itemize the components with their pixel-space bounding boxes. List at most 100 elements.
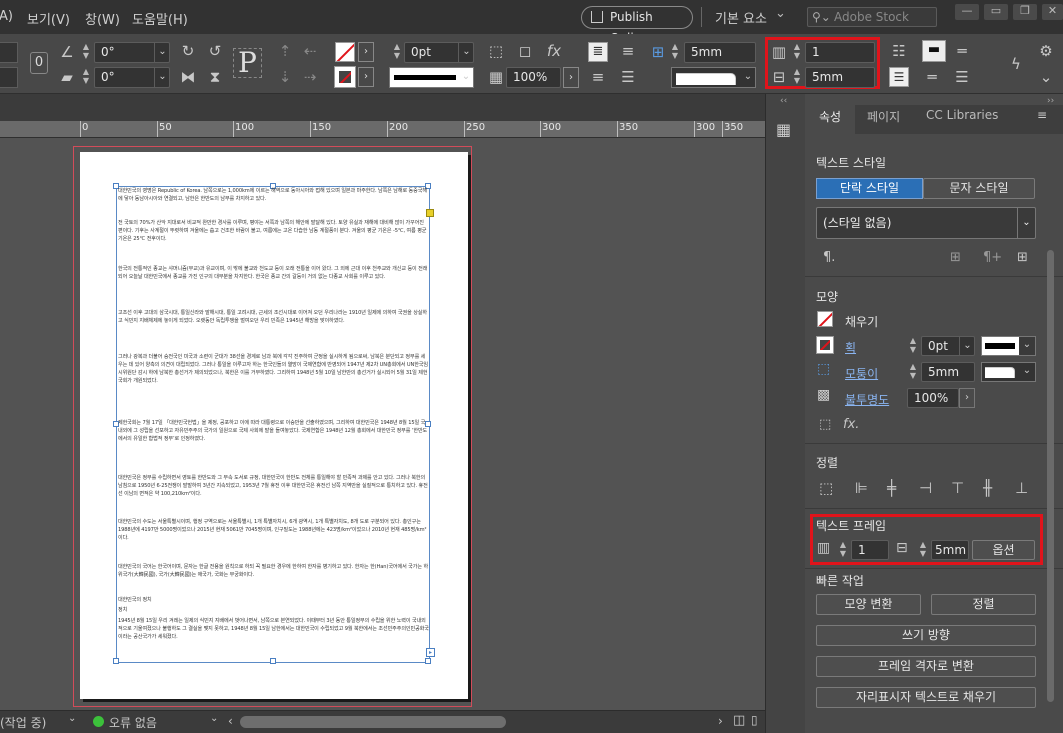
lightning-icon[interactable]: ϟ: [1006, 54, 1026, 74]
chevron-down-icon[interactable]: ⌄: [740, 67, 756, 88]
frame-handle[interactable]: [113, 658, 119, 664]
opacity-panel-field[interactable]: 100%: [907, 388, 959, 408]
new-style-icon[interactable]: ⊞: [950, 250, 961, 265]
gap-field[interactable]: 5mm: [684, 42, 756, 63]
add-icon[interactable]: ⊞: [1017, 250, 1028, 265]
align-horizontal-centers-icon[interactable]: ╪: [887, 479, 896, 497]
text-alignment-icon[interactable]: ═: [952, 41, 972, 61]
paragraph-mark-icon[interactable]: ¶.: [823, 250, 835, 265]
publish-online-button[interactable]: Publish Online: [581, 6, 693, 45]
scroll-left-icon[interactable]: ‹: [228, 714, 233, 728]
chevron-down-icon[interactable]: ⌄: [68, 713, 76, 724]
corner-option-handle[interactable]: [426, 209, 434, 217]
flip-horizontal-icon[interactable]: ⧓: [178, 67, 198, 87]
chevron-down-icon[interactable]: ⌄: [458, 42, 474, 63]
toggle-view-icon[interactable]: ▯: [751, 713, 758, 727]
tab-properties[interactable]: 속성: [819, 108, 841, 125]
fill-menu-button[interactable]: ›: [358, 42, 374, 62]
auto-size-icon[interactable]: ☰: [889, 67, 909, 87]
x-field[interactable]: [0, 42, 18, 63]
fill-swatch[interactable]: [817, 311, 833, 327]
character-style-tab[interactable]: 문자 스타일: [923, 178, 1035, 199]
angle-stepper[interactable]: ▲ ▼: [80, 42, 92, 63]
chevron-down-icon[interactable]: ⌄: [458, 67, 474, 88]
corner-label[interactable]: 모퉁이: [845, 365, 878, 382]
paragraph-style-tab[interactable]: 단락 스타일: [816, 178, 923, 199]
select-content-icon[interactable]: ⇣: [275, 67, 295, 87]
fill-none-swatch[interactable]: [335, 42, 355, 62]
maximize-button[interactable]: ▭: [984, 4, 1008, 20]
style-select[interactable]: (스타일 없음) ⌄: [816, 207, 1036, 239]
clear-override-icon[interactable]: ¶+: [983, 250, 1002, 265]
fx-icon[interactable]: fx: [544, 41, 564, 61]
stroke-stepper[interactable]: ▲ ▼: [907, 336, 919, 356]
chevron-down-icon[interactable]: ⌄: [154, 42, 170, 63]
justify-vertical-icon[interactable]: ☰: [618, 67, 638, 87]
stroke-label[interactable]: 획: [845, 339, 856, 356]
chevron-down-icon[interactable]: ⌄: [210, 713, 218, 724]
frame-fit-icon[interactable]: ▬: [922, 40, 946, 62]
link-icon[interactable]: 0: [30, 52, 48, 74]
select-previous-icon[interactable]: ⇠: [300, 41, 320, 61]
stroke-swatch[interactable]: [816, 336, 834, 354]
convert-shape-button[interactable]: 모양 변환: [816, 594, 921, 615]
minimize-button[interactable]: —: [955, 4, 979, 20]
select-container-icon[interactable]: ⇡: [275, 41, 295, 61]
gutter-field[interactable]: 5mm: [805, 67, 875, 88]
writing-direction-button[interactable]: 쓰기 방향: [816, 625, 1036, 646]
arrange-button[interactable]: 정렬: [931, 594, 1036, 615]
columns-balance-icon[interactable]: ☷: [889, 41, 909, 61]
drop-shadow-icon[interactable]: ◻: [515, 41, 535, 61]
scroll-right-icon[interactable]: ›: [718, 714, 723, 728]
chevron-down-icon[interactable]: ⌄: [154, 67, 170, 88]
text-lines-icon[interactable]: ☰: [952, 67, 972, 87]
align-center-icon[interactable]: ≡: [588, 67, 608, 87]
select-next-icon[interactable]: ⇢: [300, 67, 320, 87]
gear-icon[interactable]: ⚙: [1036, 41, 1056, 61]
fill-placeholder-text-button[interactable]: 자리표시자 텍스트로 채우기: [816, 687, 1036, 708]
panel-menu-icon[interactable]: ≡: [1037, 108, 1047, 122]
align-right-edges-icon[interactable]: ⊣: [919, 479, 932, 497]
frame-fit-alt-icon[interactable]: ═: [922, 67, 942, 87]
gap-stepper[interactable]: ▲ ▼: [669, 42, 681, 63]
chevron-down-icon[interactable]: ⌄: [775, 6, 786, 21]
align-vertical-centers-icon[interactable]: ╫: [983, 479, 992, 497]
stroke-menu-button[interactable]: ›: [358, 67, 374, 87]
opacity-field[interactable]: 100%: [506, 67, 561, 88]
opacity-label[interactable]: 불투명도: [845, 391, 889, 408]
frame-handle[interactable]: [270, 658, 276, 664]
close-button[interactable]: ✕: [1042, 4, 1063, 20]
corner-size-field[interactable]: 5mm: [921, 362, 975, 382]
shear-stepper[interactable]: ▲ ▼: [80, 67, 92, 88]
horizontal-scrollbar-thumb[interactable]: [240, 716, 506, 728]
adobe-stock-search[interactable]: ⚲⌄ Adobe Stock: [807, 7, 937, 27]
columns-stepper[interactable]: ▲ ▼: [791, 42, 803, 63]
menu-item-window[interactable]: 창(W): [85, 9, 120, 28]
menu-item-view[interactable]: 보기(V): [27, 9, 70, 28]
stroke-type-panel-select[interactable]: ⌄: [981, 336, 1036, 356]
columns-panel-stepper[interactable]: ▲ ▼: [837, 540, 849, 560]
gutter-stepper[interactable]: ▲ ▼: [791, 67, 803, 88]
gutter-panel-field[interactable]: 5mm: [931, 540, 969, 560]
workspace-switcher[interactable]: 기본 요소: [715, 8, 767, 27]
text-frame-options-button[interactable]: 옵션: [972, 540, 1035, 560]
align-to-selection-icon[interactable]: ⬚: [819, 479, 833, 497]
align-top-icon[interactable]: ≣: [588, 42, 608, 62]
gutter-panel-stepper[interactable]: ▲ ▼: [917, 540, 929, 560]
frame-handle[interactable]: [425, 658, 431, 664]
split-view-icon[interactable]: ◫: [733, 713, 745, 728]
y-field[interactable]: [0, 67, 18, 88]
columns-field[interactable]: 1: [805, 42, 875, 63]
corner-stepper[interactable]: ▲ ▼: [907, 362, 919, 382]
corner-shape-panel-select[interactable]: ⌄: [981, 362, 1036, 382]
panel-scrollbar[interactable]: [1047, 250, 1054, 702]
rotate-ccw-icon[interactable]: ↺: [205, 41, 225, 61]
chevron-down-icon[interactable]: ⌄: [1036, 67, 1056, 87]
columns-panel-field[interactable]: 1: [851, 540, 889, 560]
text-wrap-icon[interactable]: ⬚: [486, 41, 506, 61]
text-wrap-icon[interactable]: ⬚: [819, 417, 831, 432]
tab-cc-libraries[interactable]: CC Libraries: [926, 108, 998, 122]
pages-panel-icon[interactable]: ▦: [776, 120, 791, 139]
align-left-edges-icon[interactable]: ⊫: [855, 479, 868, 497]
rotate-cw-icon[interactable]: ↻: [178, 41, 198, 61]
